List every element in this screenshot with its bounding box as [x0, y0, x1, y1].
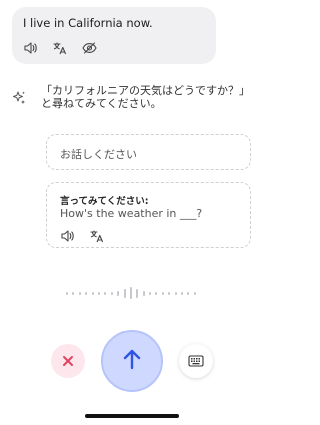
arrow-up-icon	[122, 348, 142, 374]
waveform-bar	[142, 290, 145, 296]
waveform-bar	[161, 291, 164, 295]
speak-prompt-label: お話しください	[60, 148, 137, 161]
waveform-bar	[117, 290, 120, 296]
waveform-bar	[91, 291, 94, 295]
speaker-icon[interactable]	[60, 228, 76, 244]
speak-prompt-card[interactable]: お話しください	[46, 134, 251, 170]
audio-waveform	[66, 286, 196, 300]
sparkle-icon	[11, 90, 27, 106]
waveform-bar	[66, 291, 68, 295]
close-icon	[62, 352, 74, 371]
user-message-actions	[23, 40, 110, 56]
keyboard-button[interactable]	[179, 344, 213, 378]
waveform-bar	[193, 291, 196, 295]
waveform-bar	[181, 291, 184, 295]
waveform-bar	[129, 287, 132, 299]
send-button[interactable]	[101, 330, 163, 392]
translate-icon[interactable]	[52, 40, 68, 56]
waveform-bar	[110, 291, 113, 295]
waveform-bar	[85, 291, 88, 295]
waveform-bar	[136, 288, 139, 298]
waveform-bar	[104, 291, 107, 295]
waveform-bar	[174, 291, 177, 295]
waveform-bar	[187, 291, 190, 295]
suggested-phrase-title: 言ってみてください:	[60, 196, 149, 207]
waveform-bar	[155, 291, 158, 295]
waveform-bar	[72, 291, 75, 295]
waveform-bar	[123, 288, 126, 298]
waveform-bar	[149, 291, 152, 295]
speaker-icon[interactable]	[23, 40, 39, 56]
waveform-bar	[78, 291, 81, 295]
ai-instruction-text: 「カリフォルニアの天気はどうですか？」と尋ねてみてください。	[41, 84, 250, 110]
chat-screen: I live in California now. 「カリフォルニアの天気はどう…	[0, 0, 256, 425]
suggested-phrase-card: 言ってみてください: How's the weather in ___?	[46, 182, 251, 248]
cancel-button[interactable]	[51, 344, 85, 378]
waveform-bar	[97, 291, 100, 295]
suggested-phrase-actions	[60, 228, 118, 244]
waveform-bar	[168, 291, 171, 295]
home-indicator[interactable]	[85, 414, 179, 418]
user-message-text: I live in California now.	[23, 16, 153, 30]
keyboard-icon	[188, 352, 204, 371]
suggested-phrase-sentence: How's the weather in ___?	[60, 207, 203, 220]
eye-slash-icon[interactable]	[81, 40, 97, 56]
translate-icon[interactable]	[89, 228, 105, 244]
user-message-bubble: I live in California now.	[12, 7, 216, 64]
